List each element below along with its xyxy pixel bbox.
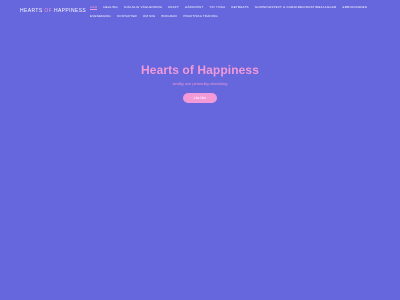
nav-item-harkonst[interactable]: Hårkonst [185, 5, 203, 10]
nav-item-erbjudanden[interactable]: Erbjudanden [343, 5, 368, 10]
nav-item-kraft[interactable]: Kraft [168, 5, 179, 10]
read-more-button[interactable]: Läs Mer [183, 93, 217, 103]
nav-item-retreats[interactable]: Retreats [231, 5, 248, 10]
logo-text-main: HEARTS [20, 8, 43, 14]
nav-item-praktiska-traning[interactable]: Praktiska Träning [183, 14, 217, 18]
nav-item-biografi[interactable]: Biografi [161, 14, 177, 18]
nav-item-hem[interactable]: Hem [90, 5, 98, 10]
nav-item-evenemang[interactable]: Evenemang [90, 14, 111, 18]
nav-item-sjalslig-vagledning[interactable]: Själslig Vägledning [124, 5, 162, 10]
nav-item-om-mig[interactable]: Om Mig [143, 14, 156, 18]
nav-item-healing[interactable]: Healing [103, 5, 118, 10]
hero-title: Hearts of Happiness [141, 63, 259, 77]
site-header: HEARTS OF HAPPINESS Hem Healing Själslig… [0, 0, 400, 30]
hero-subtitle: Andlig och personlig utveckling [172, 81, 228, 86]
nav-item-kontakter[interactable]: Kontakter [117, 14, 137, 18]
main-nav: Hem Healing Själslig Vägledning Kraft Hå… [90, 5, 390, 18]
hero-section: Hearts of Happiness Andlig och personlig… [0, 63, 400, 104]
site-logo[interactable]: HEARTS OF HAPPINESS [20, 8, 86, 14]
nav-item-yin-yoga[interactable]: Yin Yoga [209, 5, 225, 10]
nav-item-guidningstext[interactable]: Guidningstext & Chrakreningstimeflaggar [255, 5, 337, 10]
logo-text-accent: OF [44, 8, 53, 14]
logo-text-end: HAPPINESS [53, 8, 87, 14]
